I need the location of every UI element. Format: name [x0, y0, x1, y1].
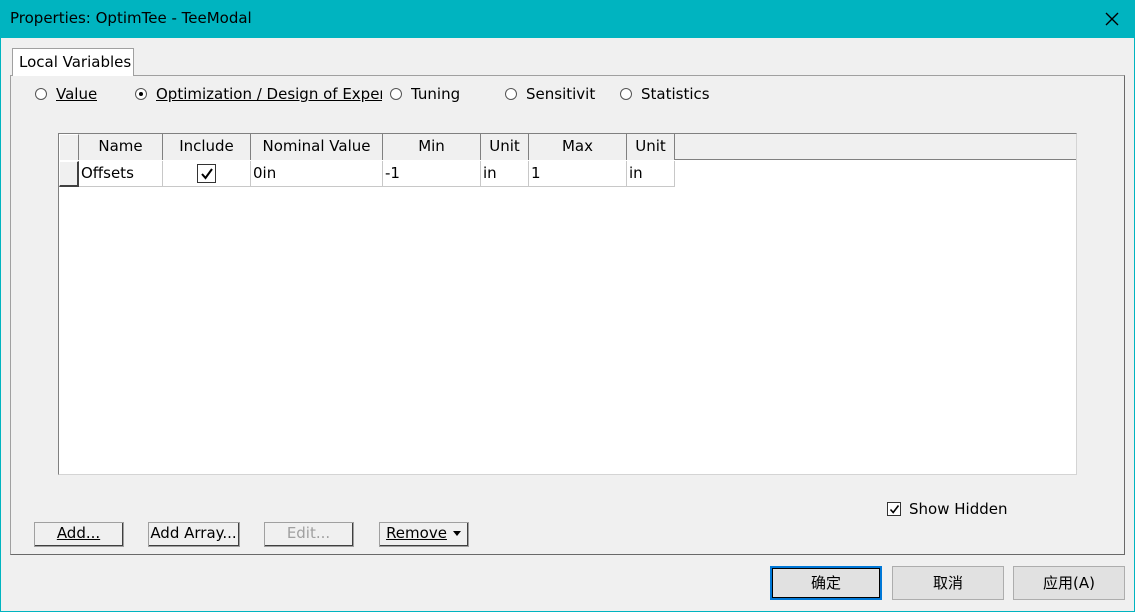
radio-button[interactable]: [390, 88, 402, 100]
apply-button[interactable]: 应用(A): [1013, 566, 1125, 600]
include-checkbox[interactable]: [197, 164, 216, 183]
table-row[interactable]: Offsets 0in -1 in 1 in: [59, 161, 675, 187]
cell-max[interactable]: 1: [529, 161, 627, 187]
title-bar: Properties: OptimTee - TeeModal: [0, 0, 1135, 38]
column-header-max-unit[interactable]: Unit: [627, 134, 675, 160]
grid-header: Name Include Nominal Value Min Unit Max …: [59, 134, 1076, 160]
show-hidden-checkbox[interactable]: [887, 502, 901, 516]
cell-max-unit[interactable]: in: [627, 161, 675, 187]
radio-tuning-label: Tuning: [411, 85, 461, 103]
header-filler: [675, 134, 1076, 159]
radio-button-checked[interactable]: [135, 88, 147, 100]
radio-button[interactable]: [35, 88, 47, 100]
ok-button[interactable]: 确定: [770, 566, 882, 600]
radio-sensitivity-label: Sensitivity: [526, 85, 596, 103]
remove-button[interactable]: Remove: [379, 522, 469, 547]
tab-local-variables[interactable]: Local Variables: [12, 48, 134, 76]
dropdown-arrow-icon: [452, 531, 461, 536]
tab-label: Local Variables: [19, 53, 132, 71]
cell-include[interactable]: [163, 161, 251, 187]
radio-value[interactable]: Value: [35, 84, 97, 104]
column-header-nominal-value[interactable]: Nominal Value: [251, 134, 383, 160]
close-icon: [1105, 12, 1119, 26]
cell-min-unit[interactable]: in: [481, 161, 529, 187]
radio-statistics[interactable]: Statistics: [620, 84, 710, 104]
cancel-button[interactable]: 取消: [892, 566, 1004, 600]
checkmark-icon: [889, 504, 899, 514]
variables-grid[interactable]: Name Include Nominal Value Min Unit Max …: [58, 133, 1077, 475]
column-header-min[interactable]: Min: [383, 134, 481, 160]
edit-button[interactable]: Edit...: [264, 522, 354, 547]
cell-name[interactable]: Offsets: [79, 161, 163, 187]
radio-button[interactable]: [620, 88, 632, 100]
window-title: Properties: OptimTee - TeeModal: [10, 9, 252, 27]
grid-corner[interactable]: [59, 134, 79, 160]
cell-nominal-value[interactable]: 0in: [251, 161, 383, 187]
radio-tuning[interactable]: Tuning: [390, 84, 460, 104]
checkmark-icon: [200, 167, 213, 180]
add-button[interactable]: Add...: [34, 522, 124, 547]
add-array-button[interactable]: Add Array...: [148, 522, 240, 547]
column-header-max[interactable]: Max: [529, 134, 627, 160]
column-header-name[interactable]: Name: [79, 134, 163, 160]
show-hidden-option[interactable]: Show Hidden: [887, 500, 1007, 518]
column-header-min-unit[interactable]: Unit: [481, 134, 529, 160]
radio-sensitivity[interactable]: Sensitivity: [505, 84, 596, 104]
show-hidden-label: Show Hidden: [909, 500, 1008, 518]
radio-button[interactable]: [505, 88, 517, 100]
column-header-include[interactable]: Include: [163, 134, 251, 160]
radio-optimization[interactable]: Optimization / Design of Exper: [135, 84, 382, 104]
radio-optimization-label: Optimization / Design of Exper: [156, 85, 382, 103]
row-header[interactable]: [59, 161, 79, 187]
radio-value-label: Value: [56, 85, 98, 103]
cell-min[interactable]: -1: [383, 161, 481, 187]
radio-statistics-label: Statistics: [641, 85, 710, 103]
close-button[interactable]: [1089, 0, 1135, 38]
